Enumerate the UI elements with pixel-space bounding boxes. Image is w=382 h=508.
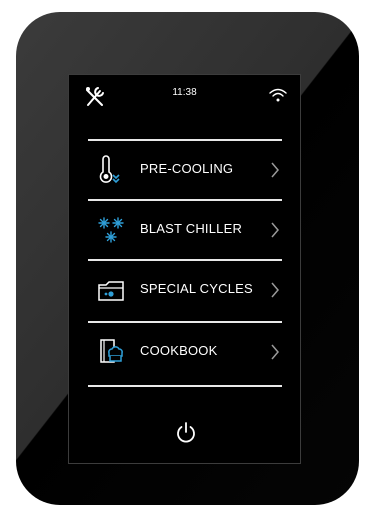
status-time: 11:38: [172, 87, 197, 98]
menu-label-special-cycles: SPECIAL CYCLES: [140, 281, 253, 296]
cookbook-icon: [100, 339, 123, 363]
power-icon[interactable]: [173, 420, 199, 446]
thermometer-icon: [99, 155, 120, 184]
wifi-icon: [269, 88, 287, 102]
chevron-right-icon: [271, 344, 279, 360]
chevron-right-icon: [271, 222, 279, 238]
touch-screen: 11:38 PRE-COOLING BLAST CHILLER SPECIAL …: [68, 74, 301, 464]
menu-item-special-cycles[interactable]: SPECIAL CYCLES: [88, 261, 282, 319]
menu-item-pre-cooling[interactable]: PRE-COOLING: [88, 141, 282, 199]
menu-item-blast-chiller[interactable]: BLAST CHILLER: [88, 201, 282, 259]
menu-label-cookbook: COOKBOOK: [140, 343, 218, 358]
menu-label-pre-cooling: PRE-COOLING: [140, 161, 234, 176]
status-bar: 11:38: [69, 75, 300, 121]
device-bezel: 11:38 PRE-COOLING BLAST CHILLER SPECIAL …: [16, 12, 359, 505]
chevron-right-icon: [271, 282, 279, 298]
chevron-right-icon: [271, 162, 279, 178]
menu-divider: [88, 385, 282, 387]
menu-item-cookbook[interactable]: COOKBOOK: [88, 323, 282, 381]
snowflakes-icon: [98, 217, 124, 243]
menu-label-blast-chiller: BLAST CHILLER: [140, 221, 243, 236]
folder-icon: [98, 281, 124, 301]
